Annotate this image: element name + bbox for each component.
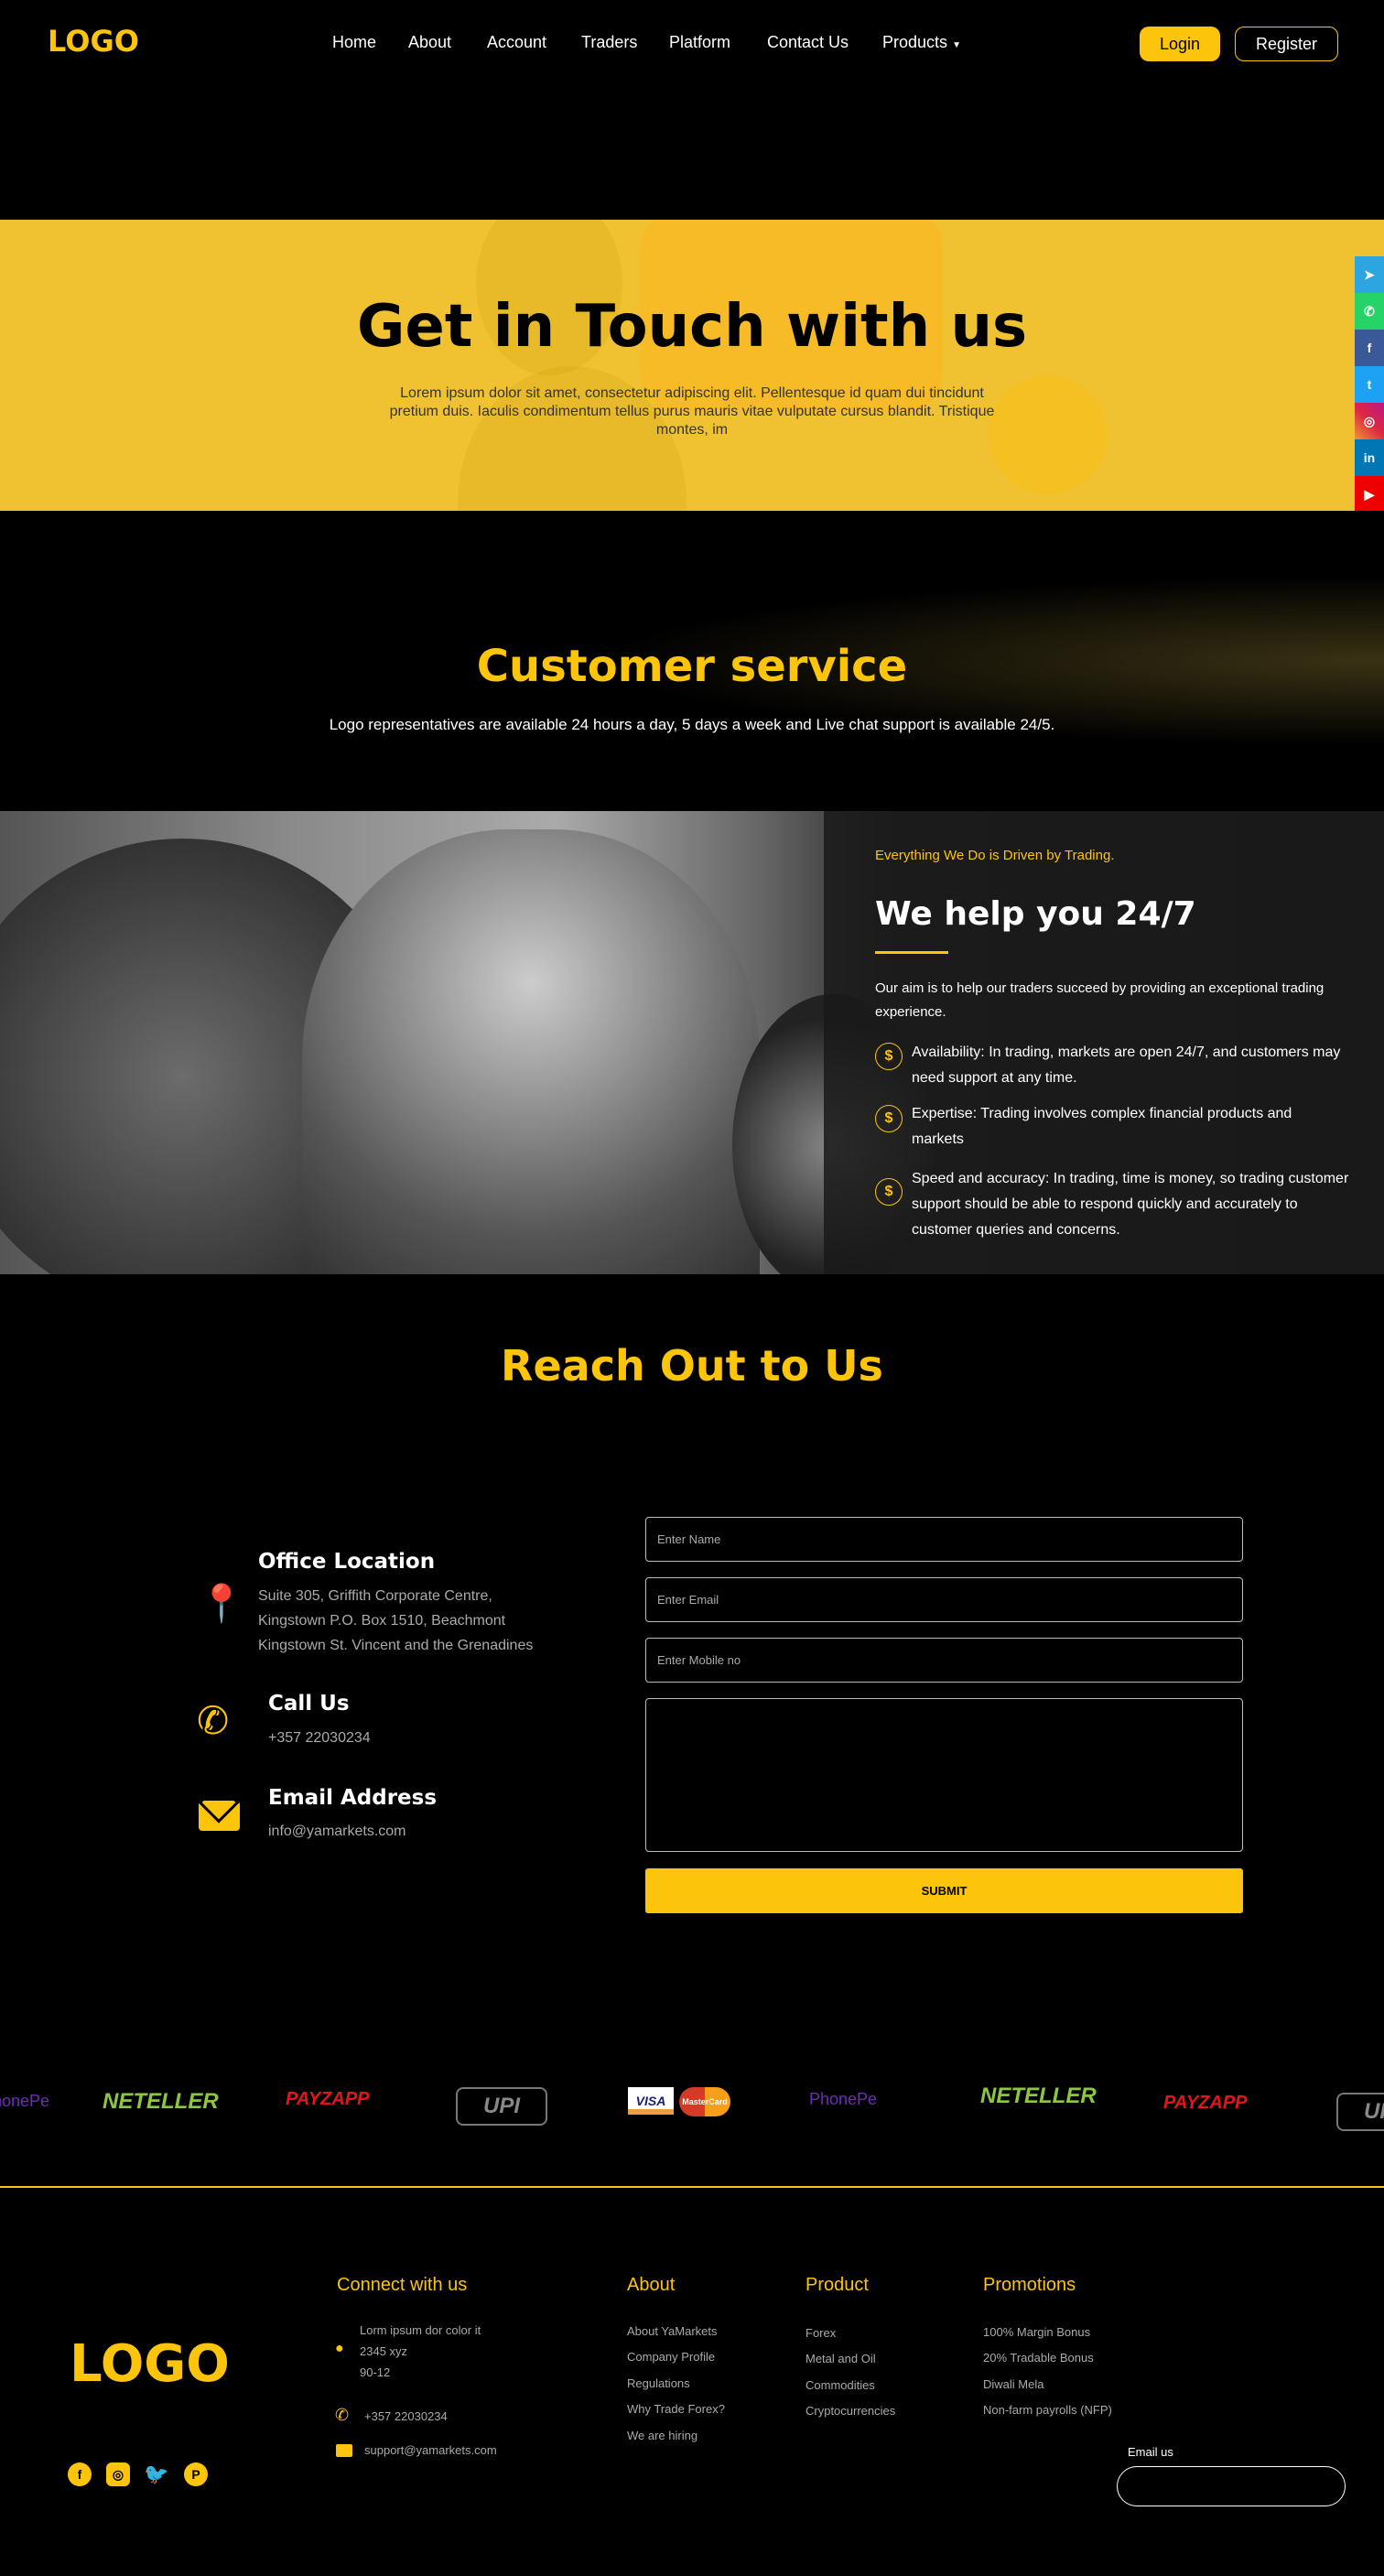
footer-link[interactable]: Why Trade Forex? [627, 2402, 725, 2416]
upi-logo: UPI [456, 2087, 547, 2126]
chevron-down-icon: ▼ [952, 40, 961, 50]
nav-account[interactable]: Account [487, 33, 546, 52]
office-line: Kingstown St. Vincent and the Grenadines [258, 1638, 534, 1653]
address-line: Lorm ipsum dor color it [360, 2323, 481, 2337]
help-point: Availability: In trading, markets are op… [912, 1044, 1341, 1086]
hero-text: Lorem ipsum dolor sit amet, consectetur … [389, 385, 995, 438]
telegram-icon[interactable]: ➤ [1355, 256, 1384, 293]
register-button[interactable]: Register [1235, 27, 1338, 61]
customer-service-section: Customer service Logo representatives ar… [0, 511, 1384, 811]
instagram-icon[interactable]: ◎ [1355, 403, 1384, 439]
email-us-label: Email us [1128, 2445, 1173, 2459]
help-point: Speed and accuracy: In trading, time is … [912, 1171, 1349, 1238]
name-input[interactable] [645, 1517, 1243, 1562]
facebook-icon[interactable]: f [68, 2462, 92, 2486]
newsletter-email-input[interactable] [1117, 2466, 1346, 2506]
location-pin-icon: 📍 [199, 1584, 244, 1624]
logo[interactable]: LOGO [48, 24, 139, 59]
phone-icon: ✆ [197, 1699, 230, 1742]
product-title: Product [806, 2275, 869, 2295]
phone-icon: ✆ [335, 2406, 350, 2424]
upi-logo: UPI [1336, 2093, 1384, 2131]
photo-person [302, 829, 760, 1274]
help-point: Expertise: Trading involves complex fina… [912, 1106, 1292, 1147]
footer-link[interactable]: Company Profile [627, 2350, 715, 2364]
help-tagline: Everything We Do is Driven by Trading. [875, 848, 1115, 863]
twitter-icon[interactable]: t [1355, 366, 1384, 403]
call-title: Call Us [268, 1692, 350, 1716]
payzapp-logo: PAYZAPP [1163, 2093, 1248, 2113]
footer-email[interactable]: support@yamarkets.com [364, 2443, 497, 2457]
nav-products-label: Products [882, 33, 948, 51]
customer-service-title: Customer service [476, 641, 908, 692]
linkedin-icon[interactable]: in [1355, 439, 1384, 476]
address-line: 90-12 [360, 2365, 391, 2379]
footer-link[interactable]: We are hiring [627, 2429, 697, 2442]
help-intro: Our aim is to help our traders succeed b… [875, 980, 1325, 1020]
footer-phone[interactable]: +357 22030234 [364, 2409, 448, 2423]
visa-logo: VISA [628, 2087, 674, 2115]
office-title: Office Location [258, 1550, 436, 1574]
address-line: 2345 xyz [360, 2344, 408, 2358]
hero-banner: Get in Touch with us Lorem ipsum dolor s… [0, 220, 1384, 511]
nav-traders[interactable]: Traders [581, 33, 637, 52]
whatsapp-icon[interactable]: ✆ [1355, 293, 1384, 330]
title-underline [875, 951, 948, 954]
dollar-icon: $ [875, 1105, 903, 1132]
hero-title: Get in Touch with us [356, 293, 1028, 361]
nav-platform[interactable]: Platform [669, 33, 730, 52]
login-button[interactable]: Login [1140, 27, 1220, 61]
footer-link[interactable]: About YaMarkets [627, 2324, 718, 2338]
neteller-logo: NETELLER [103, 2089, 219, 2114]
phonepe-logo: PhonePe [0, 2092, 50, 2110]
nav-products[interactable]: Products ▼ [882, 33, 961, 52]
footer-logo[interactable]: LOGO [70, 2334, 230, 2394]
footer-link[interactable]: 20% Tradable Bonus [983, 2351, 1094, 2365]
neteller-logo: NETELLER [980, 2084, 1097, 2108]
footer-link[interactable]: Metal and Oil [806, 2352, 876, 2365]
mastercard-logo: MasterCard [679, 2087, 730, 2116]
email-input[interactable] [645, 1577, 1243, 1622]
mobile-input[interactable] [645, 1638, 1243, 1683]
footer-link[interactable]: Cryptocurrencies [806, 2404, 895, 2418]
dollar-icon: $ [875, 1178, 903, 1206]
nav-contact[interactable]: Contact Us [767, 33, 849, 52]
office-line: Kingstown P.O. Box 1510, Beachmont [258, 1613, 506, 1629]
footer-link[interactable]: 100% Margin Bonus [983, 2325, 1090, 2339]
payzapp-logo: PAYZAPP [286, 2089, 370, 2109]
footer-link[interactable]: Commodities [806, 2378, 875, 2392]
message-textarea[interactable] [645, 1698, 1243, 1852]
submit-button[interactable]: SUBMIT [645, 1868, 1243, 1913]
promotions-title: Promotions [983, 2275, 1076, 2295]
footer-link[interactable]: Regulations [627, 2376, 690, 2390]
footer-link[interactable]: Non-farm payrolls (NFP) [983, 2403, 1112, 2417]
twitter-icon[interactable]: 🐦 [144, 2462, 168, 2486]
connect-title: Connect with us [337, 2275, 468, 2295]
phonepe-logo: PhonePe [809, 2090, 878, 2108]
email-address[interactable]: info@yamarkets.com [268, 1819, 406, 1844]
dollar-icon: $ [875, 1043, 903, 1070]
help-title: We help you 24/7 [875, 895, 1196, 933]
location-pin-icon: ● [335, 2341, 344, 2356]
customer-service-text: Logo representatives are available 24 ho… [329, 716, 1055, 733]
office-line: Suite 305, Griffith Corporate Centre, [258, 1588, 492, 1604]
instagram-icon[interactable]: ◎ [106, 2462, 130, 2486]
pinterest-icon[interactable]: P [184, 2462, 208, 2486]
bg-circle [989, 375, 1108, 494]
reach-title: Reach Out to Us [501, 1341, 883, 1391]
footer-link[interactable]: Diwali Mela [983, 2377, 1043, 2391]
youtube-icon[interactable]: ▶ [1355, 476, 1384, 513]
phone-number[interactable]: +357 22030234 [268, 1726, 371, 1750]
envelope-icon [199, 1801, 240, 1831]
nav-about[interactable]: About [408, 33, 451, 52]
footer-link[interactable]: Forex [806, 2326, 836, 2340]
facebook-icon[interactable]: f [1355, 330, 1384, 366]
nav-home[interactable]: Home [332, 33, 376, 52]
envelope-icon [336, 2444, 352, 2457]
about-title: About [627, 2275, 676, 2295]
footer-divider [0, 2186, 1384, 2188]
email-title: Email Address [268, 1786, 438, 1810]
